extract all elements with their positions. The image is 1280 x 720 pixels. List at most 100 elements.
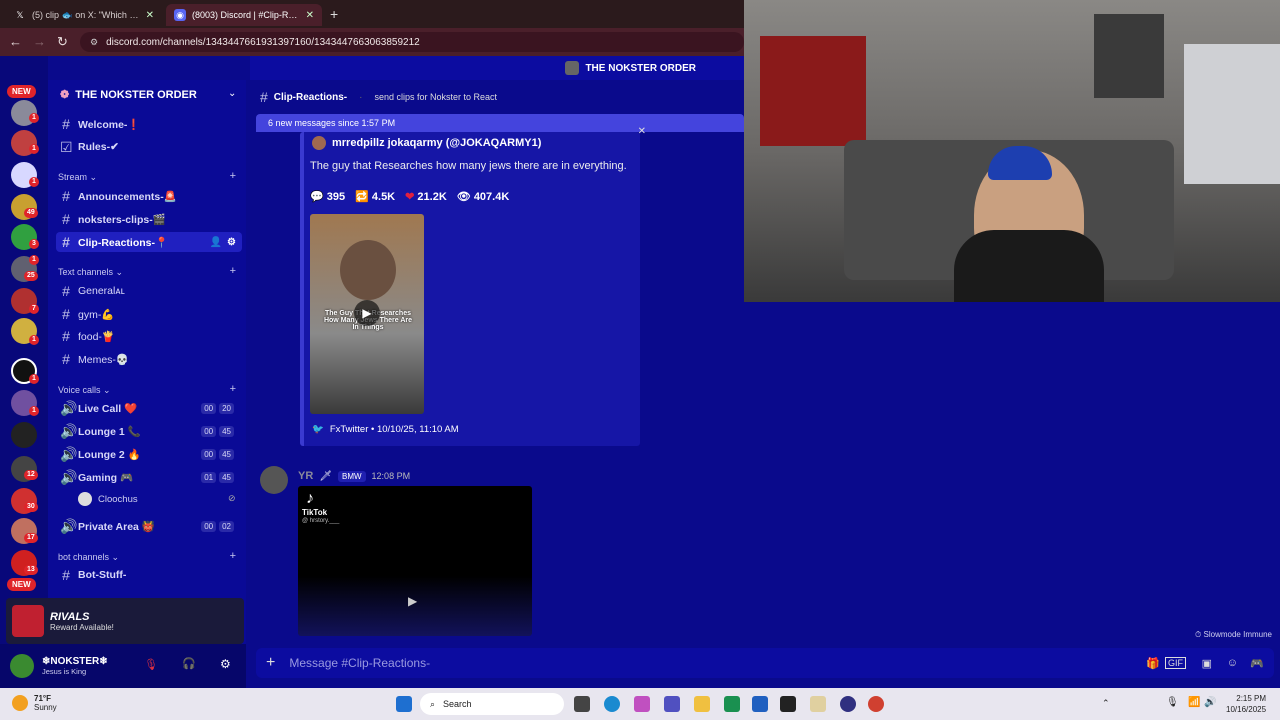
app-icon[interactable] [780, 696, 796, 712]
taskbar-search[interactable]: ⌕ Search [420, 693, 564, 715]
gift-icon[interactable]: 🎁 [1146, 657, 1160, 670]
embed-text: The guy that Researches how many jews th… [310, 160, 627, 172]
file-explorer-icon[interactable] [694, 696, 710, 712]
message-input[interactable]: Message #Clip-Reactions- [289, 656, 430, 670]
chevron-down-icon[interactable]: ⌄ [228, 88, 236, 99]
channel-general[interactable]: # Generalᴀʟ [56, 281, 242, 301]
unread-badge: 1 [29, 144, 39, 154]
channel-noksters-clips[interactable]: # noksters-clips-🎬 [56, 209, 242, 229]
xbox-icon[interactable] [724, 696, 740, 712]
hash-icon: # [62, 283, 70, 299]
rules-icon: ☑ [60, 138, 73, 155]
gear-icon[interactable]: ⚙ [227, 237, 236, 248]
video-brand: TikTok [302, 508, 328, 517]
browser-tab-discord[interactable]: ◉ (8003) Discord | #Clip-Reactions ✕ [166, 4, 322, 26]
hash-icon: # [62, 306, 70, 322]
obs-icon[interactable] [840, 696, 856, 712]
speaker-icon: 🔊 [60, 422, 78, 439]
speaker-icon: 🔊 [60, 445, 78, 462]
close-icon[interactable]: ✕ [638, 126, 646, 137]
new-badge: NEW [7, 85, 36, 98]
add-channel-icon[interactable]: + [230, 383, 236, 395]
message-composer[interactable]: + Message #Clip-Reactions- 🎁 GIF ▣ ☺ 🎮 [256, 648, 1274, 678]
copilot-icon[interactable] [634, 696, 650, 712]
rivals-promo[interactable]: RIVALS Reward Available! [6, 598, 244, 644]
windows-start-icon[interactable] [396, 696, 412, 712]
store-icon[interactable] [752, 696, 768, 712]
unread-badge: 17 [24, 533, 38, 543]
speaker-icon: 🔊 [60, 468, 78, 485]
new-messages-banner[interactable]: 6 new messages since 1:57 PM [256, 114, 744, 132]
video-handle: @ hrstory.___ [302, 518, 340, 524]
weather-widget[interactable]: 71°F Sunny [12, 694, 57, 712]
channel-gym[interactable]: # gym-💪 [56, 304, 242, 324]
clock-time: 2:15 PM [1236, 694, 1267, 703]
weather-temp: 71°F [34, 694, 51, 703]
category-stream[interactable]: Stream ⌄ [58, 172, 97, 183]
embed-author[interactable]: mrredpillz jokaqarmy (@JOKAQARMY1) [312, 136, 541, 150]
close-tab-icon[interactable]: ✕ [146, 10, 154, 21]
edge-icon[interactable] [604, 696, 620, 712]
channel-food[interactable]: # food-🍟 [56, 326, 242, 346]
teams-icon[interactable] [664, 696, 680, 712]
mute-mic-icon[interactable]: 🎙 [144, 658, 158, 671]
channel-memes[interactable]: # Memes-💀 [56, 349, 242, 369]
add-attachment-icon[interactable]: + [266, 654, 275, 672]
replies-stat: 💬 395 [310, 191, 346, 203]
sword-icon: 🗡 [319, 470, 332, 482]
voice-channel-live-call[interactable]: 🔊 Live Call ❤️ 00 20 [56, 398, 242, 418]
sticker-icon[interactable]: ▣ [1202, 657, 1212, 670]
microphone-icon[interactable]: 🎙 [1166, 697, 1179, 708]
avatar[interactable] [260, 466, 288, 494]
app-icon[interactable] [810, 696, 826, 712]
avatar[interactable] [10, 654, 34, 678]
wifi-icon[interactable]: 📶 [1188, 697, 1200, 708]
address-bar[interactable]: ⚙ discord.com/channels/13434476619313971… [80, 32, 744, 52]
video-thumbnail[interactable]: The Guy That Researches How Many Jews Th… [310, 214, 424, 414]
chevron-up-icon[interactable]: ⌃ [1102, 698, 1110, 709]
add-channel-icon[interactable]: + [230, 170, 236, 182]
channel-bot-stuff[interactable]: # Bot-Stuff- [56, 565, 242, 585]
channel-welcome[interactable]: # Welcome-❗ [56, 114, 242, 134]
invite-icon[interactable]: 👤 [210, 237, 222, 248]
category-text-channels[interactable]: Text channels ⌄ [58, 267, 123, 278]
task-view-icon[interactable] [574, 696, 590, 712]
unread-badge: 49 [24, 208, 38, 218]
volume-icon[interactable]: 🔊 [1204, 697, 1216, 708]
twitter-embed: ✕ mrredpillz jokaqarmy (@JOKAQARMY1) The… [300, 126, 646, 446]
forward-arrow-icon[interactable]: → [33, 34, 46, 49]
clock[interactable]: 2:15 PM 10/16/2025 [1226, 693, 1266, 715]
voice-channel-private-area[interactable]: 🔊 Private Area 👹 00 02 [56, 516, 242, 536]
headphones-icon[interactable]: 🎧 [182, 657, 196, 670]
channel-announcements[interactable]: # Announcements-🚨 [56, 186, 242, 206]
author-name[interactable]: YR [298, 470, 313, 482]
new-tab-button[interactable]: + [330, 6, 338, 22]
add-channel-icon[interactable]: + [230, 550, 236, 562]
windows-taskbar: 71°F Sunny ⌕ Search ⌃ 🎙 📶 🔊 2:15 PM 10/1… [0, 688, 1280, 720]
chrome-icon[interactable] [868, 696, 884, 712]
channel-rules[interactable]: ☑ Rules-✔ [56, 137, 242, 157]
channel-clip-reactions[interactable]: # Clip-Reactions-📍 👤 ⚙ [56, 232, 242, 252]
gif-icon[interactable]: GIF [1165, 657, 1186, 669]
tiktok-video[interactable]: ♪ TikTok @ hrstory.___ ▶ [298, 486, 532, 636]
voice-channel-lounge-1[interactable]: 🔊 Lounge 1 📞 00 45 [56, 421, 242, 441]
play-icon[interactable]: ▶ [408, 594, 417, 608]
back-arrow-icon[interactable]: ← [9, 34, 22, 49]
hash-icon: # [260, 89, 268, 105]
category-voice-calls[interactable]: Voice calls ⌄ [58, 385, 111, 396]
server-avatar[interactable] [11, 422, 37, 448]
apps-icon[interactable]: 🎮 [1250, 657, 1264, 670]
voice-channel-gaming[interactable]: 🔊 Gaming 🎮 01 45 [56, 467, 242, 487]
add-channel-icon[interactable]: + [230, 265, 236, 277]
site-info-icon[interactable]: ⚙ [90, 37, 98, 48]
play-icon[interactable]: ▶ [354, 300, 380, 326]
settings-gear-icon[interactable]: ⚙ [220, 657, 231, 671]
category-bot-channels[interactable]: bot channels ⌄ [58, 552, 119, 563]
reload-icon[interactable]: ↻ [57, 34, 68, 50]
server-header[interactable]: ❁ THE NOKSTER ORDER [60, 88, 197, 102]
close-tab-icon[interactable]: ✕ [306, 10, 314, 21]
emoji-icon[interactable]: ☺ [1227, 657, 1238, 669]
voice-user[interactable]: Cloochus [78, 492, 138, 506]
browser-tab-x[interactable]: 𝕏 (5) clip 🐟 on X: "Which stream ✕ [6, 4, 162, 26]
voice-channel-lounge-2[interactable]: 🔊 Lounge 2 🔥 00 45 [56, 444, 242, 464]
